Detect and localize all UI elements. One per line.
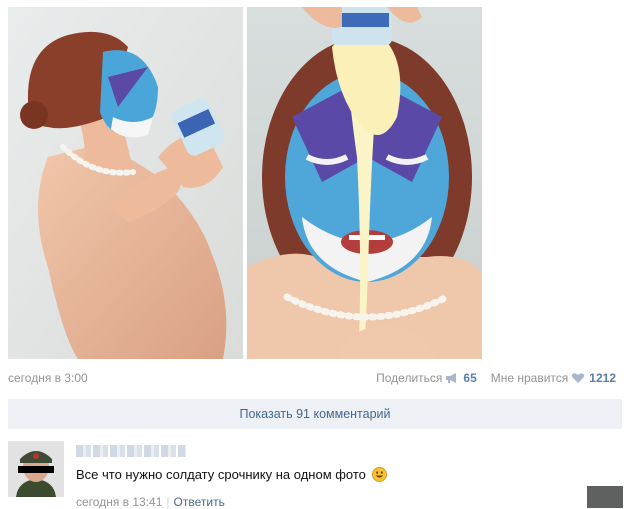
share-label: Поделиться bbox=[376, 371, 443, 385]
comment-text-row: Все что нужно солдату срочнику на одном … bbox=[76, 467, 387, 482]
post-photo-left[interactable] bbox=[8, 7, 243, 359]
comment-text: Все что нужно солдату срочнику на одном … bbox=[76, 467, 366, 482]
scroll-to-top-button[interactable] bbox=[587, 486, 623, 508]
comment-separator: | bbox=[166, 495, 170, 509]
comment-time[interactable]: сегодня в 13:41 bbox=[76, 495, 162, 509]
post-actions: Поделиться 65 Мне нравится 1212 bbox=[376, 371, 616, 385]
share-count: 65 bbox=[463, 371, 477, 385]
like-count: 1212 bbox=[589, 371, 616, 385]
post-meta-row: сегодня в 3:00 Поделиться 65 Мне нравитс… bbox=[8, 369, 616, 387]
post-timestamp[interactable]: сегодня в 3:00 bbox=[8, 371, 88, 385]
heart-icon bbox=[572, 373, 585, 383]
share-button[interactable]: Поделиться 65 bbox=[376, 371, 477, 385]
show-comments-button[interactable]: Показать 91 комментарий bbox=[8, 399, 622, 429]
avatar[interactable] bbox=[8, 441, 64, 497]
like-label: Мне нравится bbox=[490, 371, 569, 385]
like-button[interactable]: Мне нравится 1212 bbox=[491, 371, 616, 385]
megaphone-icon bbox=[446, 373, 457, 383]
smiley-icon bbox=[371, 467, 387, 482]
comment-author-blurred[interactable] bbox=[76, 445, 186, 457]
comment: Все что нужно солдату срочнику на одном … bbox=[8, 441, 632, 509]
comment-meta: сегодня в 13:41 | Ответить bbox=[76, 495, 225, 509]
post-photo-right[interactable] bbox=[247, 7, 482, 359]
reply-link[interactable]: Ответить bbox=[174, 495, 225, 509]
